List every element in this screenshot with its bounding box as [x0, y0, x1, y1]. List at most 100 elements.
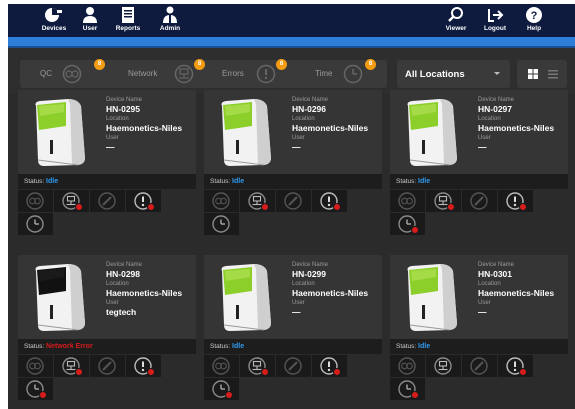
- chevron-down-icon: [494, 72, 500, 75]
- list-view-icon[interactable]: [545, 66, 561, 82]
- qc-icon: [398, 192, 416, 210]
- location-select[interactable]: All Locations: [397, 60, 510, 88]
- calibration-icon: [98, 192, 116, 210]
- location-label: Location: [292, 116, 315, 122]
- device-status-bar: Status: Idle: [390, 174, 568, 189]
- user-label: User: [292, 135, 305, 141]
- time-icon: [212, 215, 230, 233]
- alert-dot-icon: [519, 368, 527, 376]
- device-card-header[interactable]: Device Name HN-0295 Location Haemonetics…: [18, 90, 196, 174]
- devices-icon: [45, 8, 62, 22]
- device-errors-status-button[interactable]: [312, 190, 347, 212]
- device-card-header[interactable]: Device Name HN-0299 Location Haemonetics…: [204, 255, 382, 339]
- device-network-status-button[interactable]: [426, 355, 461, 377]
- location-select-value: All Locations: [405, 69, 465, 80]
- device-network-status-button[interactable]: [240, 355, 275, 377]
- device-cal-status-button[interactable]: [276, 355, 311, 377]
- nav-reports-button[interactable]: Reports: [106, 6, 150, 36]
- device-qc-status-button[interactable]: [390, 355, 425, 377]
- device-info: Device Name HN-0297 Location Haemonetics…: [478, 96, 568, 153]
- device-qc-status-button[interactable]: [204, 190, 239, 212]
- device-errors-status-button[interactable]: [126, 190, 161, 212]
- device-cal-status-button[interactable]: [90, 190, 125, 212]
- device-image: [221, 99, 271, 166]
- user-value: tegtech: [106, 307, 137, 317]
- location-value: Haemonetics-Niles: [478, 288, 555, 298]
- alert-dot-icon: [147, 203, 155, 211]
- calibration-icon: [284, 357, 302, 375]
- device-time-status-button[interactable]: [204, 378, 239, 400]
- device-image: [221, 264, 271, 331]
- admin-icon: [163, 6, 177, 23]
- device-info: Device Name HN-0299 Location Haemonetics…: [292, 261, 382, 318]
- device-name-value: HN-0301: [478, 269, 513, 279]
- nav-admin-label: Admin: [159, 25, 181, 32]
- device-name-label: Device Name: [292, 262, 329, 268]
- device-network-status-button[interactable]: [54, 355, 89, 377]
- device-qc-status-button[interactable]: [390, 190, 425, 212]
- device-status-bar: Status: Network Error: [18, 339, 196, 354]
- device-time-status-button[interactable]: [390, 213, 425, 235]
- alert-dot-icon: [261, 203, 269, 211]
- device-errors-status-button[interactable]: [126, 355, 161, 377]
- app-window: Devices User Reports Admin Viewer Logout…: [8, 4, 575, 409]
- nav-logout-button[interactable]: Logout: [473, 6, 517, 36]
- device-errors-status-button[interactable]: [498, 190, 533, 212]
- location-label: Location: [106, 281, 129, 287]
- device-qc-status-button[interactable]: [18, 355, 53, 377]
- qc-icon: [26, 357, 44, 375]
- location-value: Haemonetics-Niles: [106, 288, 183, 298]
- location-value: Haemonetics-Niles: [292, 123, 369, 133]
- device-errors-status-button[interactable]: [498, 355, 533, 377]
- nav-viewer-button[interactable]: Viewer: [434, 6, 478, 36]
- top-nav-bar: Devices User Reports Admin Viewer Logout…: [8, 4, 575, 37]
- device-network-status-button[interactable]: [54, 190, 89, 212]
- device-cal-status-button[interactable]: [90, 355, 125, 377]
- device-time-status-button[interactable]: [18, 378, 53, 400]
- location-label: Location: [292, 281, 315, 287]
- status-label: Status:: [24, 178, 45, 185]
- nav-help-button[interactable]: ? Help: [512, 6, 556, 36]
- device-errors-status-button[interactable]: [312, 355, 347, 377]
- device-status-bar: Status: Idle: [18, 174, 196, 189]
- device-time-status-button[interactable]: [18, 213, 53, 235]
- status-label: Status:: [210, 178, 231, 185]
- device-qc-status-button[interactable]: [204, 355, 239, 377]
- device-cal-status-button[interactable]: [276, 190, 311, 212]
- device-info: Device Name HN-0295 Location Haemonetics…: [106, 96, 196, 153]
- device-name-value: HN-0295: [106, 104, 141, 114]
- user-label: User: [478, 300, 491, 306]
- device-network-status-button[interactable]: [240, 190, 275, 212]
- device-cal-status-button[interactable]: [462, 355, 497, 377]
- device-cal-status-button[interactable]: [462, 190, 497, 212]
- filter-qc-badge: 8: [94, 59, 105, 70]
- user-label: User: [478, 135, 491, 141]
- device-card-header[interactable]: Device Name HN-0301 Location Haemonetics…: [390, 255, 568, 339]
- device-name-value: HN-0297: [478, 104, 513, 114]
- time-icon: [343, 64, 363, 84]
- device-info: Device Name HN-0296 Location Haemonetics…: [292, 96, 382, 153]
- alert-dot-icon: [519, 203, 527, 211]
- device-time-status-button[interactable]: [204, 213, 239, 235]
- device-qc-status-button[interactable]: [18, 190, 53, 212]
- device-card-header[interactable]: Device Name HN-0297 Location Haemonetics…: [390, 90, 568, 174]
- nav-help-label: Help: [526, 25, 542, 32]
- device-card-header[interactable]: Device Name HN-0298 Location Haemonetics…: [18, 255, 196, 339]
- network-icon: [434, 357, 452, 375]
- viewer-icon: [448, 7, 463, 22]
- device-image: [35, 99, 85, 166]
- status-value: Idle: [232, 178, 245, 185]
- grid-view-icon[interactable]: [525, 66, 541, 82]
- help-icon: ?: [526, 7, 542, 23]
- location-label: Location: [478, 281, 501, 287]
- filter-qc-label: QC: [40, 69, 52, 78]
- network-icon: [174, 64, 194, 84]
- device-network-status-button[interactable]: [426, 190, 461, 212]
- reports-icon: [122, 7, 134, 23]
- qc-icon: [26, 192, 44, 210]
- device-card-header[interactable]: Device Name HN-0296 Location Haemonetics…: [204, 90, 382, 174]
- alert-dot-icon: [411, 226, 419, 234]
- alert-dot-icon: [147, 368, 155, 376]
- nav-admin-button[interactable]: Admin: [148, 6, 192, 36]
- device-time-status-button[interactable]: [390, 378, 425, 400]
